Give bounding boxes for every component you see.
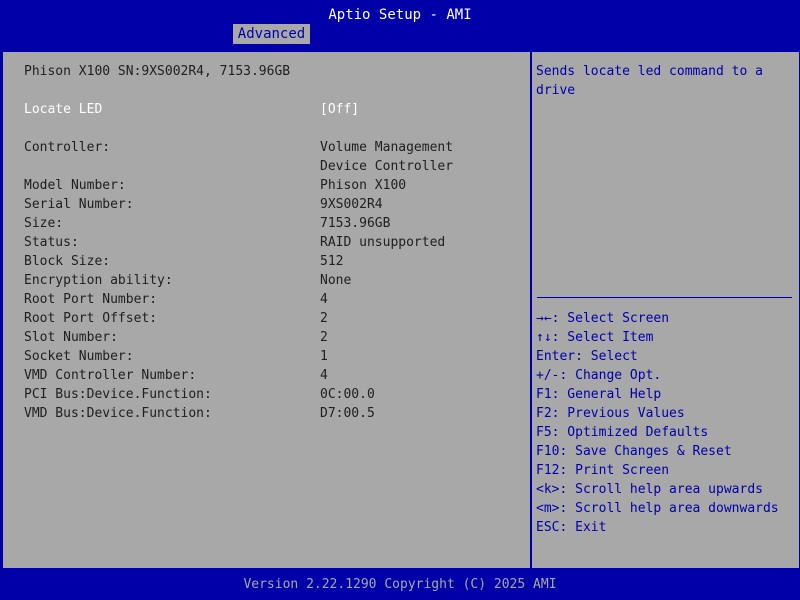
help-key-esc: ESC: Exit [536,520,607,535]
top-bar: Aptio Setup - AMI Advanced [0,0,800,44]
vmd-controller-number-value: 4 [320,368,328,383]
help-key-f5: F5: Optimized Defaults [536,425,709,440]
help-text-line2: drive [536,83,576,98]
locate-led-value[interactable]: [Off] [320,100,359,119]
help-key-f12: F12: Print Screen [536,463,670,478]
pci-bdf-label: PCI Bus:Device.Function: [24,387,212,402]
root-port-offset-label: Root Port Offset: [24,311,158,326]
vmd-bdf-value: D7:00.5 [320,406,375,421]
tab-advanced[interactable]: Advanced [233,24,310,44]
root-port-offset-value: 2 [320,311,328,326]
controller-value-line1: Volume Management [320,140,454,155]
slot-number-label: Slot Number: [24,330,118,345]
socket-number-value: 1 [320,349,328,364]
footer-version: Version 2.22.1290 Copyright (C) 2025 AMI [243,577,557,592]
help-key-f10: F10: Save Changes & Reset [536,444,732,459]
encryption-label: Encryption ability: [24,273,173,288]
locate-led-label[interactable]: Locate LED [24,100,102,119]
socket-number-label: Socket Number: [24,349,134,364]
slot-number-value: 2 [320,330,328,345]
root-port-number-label: Root Port Number: [24,292,158,307]
help-key-change-opt: +/-: Change Opt. [536,368,662,383]
help-key-scroll-down: <m>: Scroll help area downwards [536,501,779,516]
panel-divider [530,52,532,568]
root-port-number-value: 4 [320,292,328,307]
help-key-f1: F1: General Help [536,387,662,402]
help-key-scroll-up: <k>: Scroll help area upwards [536,482,763,497]
device-header: Phison X100 SN:9XS002R4, 7153.96GB [24,64,291,79]
help-key-f2: F2: Previous Values [536,406,685,421]
block-size-label: Block Size: [24,254,111,269]
size-value: 7153.96GB [320,216,391,231]
controller-label: Controller: [24,140,111,155]
help-text-line1: Sends locate led command to a [536,64,763,79]
serial-number-label: Serial Number: [24,197,134,212]
pci-bdf-value: 0C:00.0 [320,387,375,402]
help-key-select-screen: →←: Select Screen [536,311,670,326]
encryption-value: None [320,273,352,288]
vmd-controller-number-label: VMD Controller Number: [24,368,197,383]
help-key-enter: Enter: Select [536,349,638,364]
block-size-value: 512 [320,254,344,269]
vmd-bdf-label: VMD Bus:Device.Function: [24,406,212,421]
status-value: RAID unsupported [320,235,446,250]
help-key-select-item: ↑↓: Select Item [536,330,654,345]
model-number-value: Phison X100 [320,178,407,193]
model-number-label: Model Number: [24,178,126,193]
serial-number-value: 9XS002R4 [320,197,383,212]
size-label: Size: [24,216,64,231]
controller-value-line2: Device Controller [320,159,454,174]
status-label: Status: [24,235,79,250]
help-divider [537,297,792,298]
app-title: Aptio Setup - AMI [328,7,472,23]
